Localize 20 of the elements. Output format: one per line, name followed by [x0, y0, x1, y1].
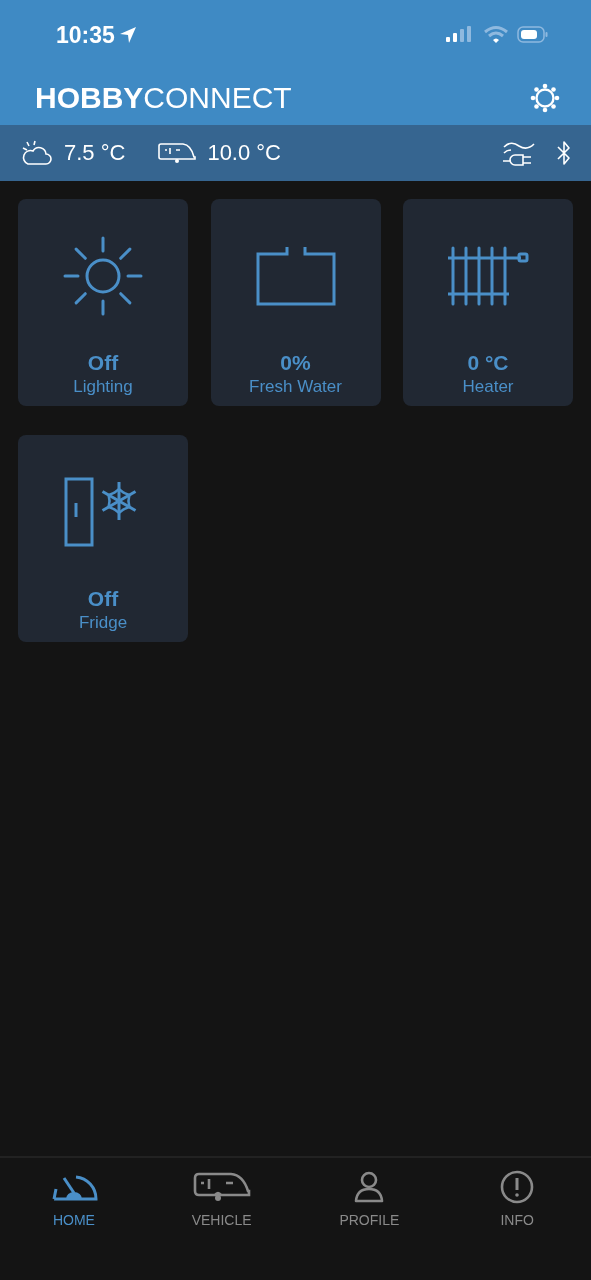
tile-label: Fridge: [78, 613, 128, 633]
tile-label: Lighting: [73, 377, 133, 397]
nav-tab[interactable]: VEHICLE: [161, 1166, 282, 1232]
tile-label: Heater: [462, 377, 514, 397]
nav-tab[interactable]: HOME: [13, 1166, 134, 1232]
tile-value: Off: [87, 587, 119, 611]
outside-temperature: 7.5 °C: [64, 140, 126, 166]
nav-tab[interactable]: INFO: [457, 1166, 578, 1232]
nav-tab[interactable]: PROFILE: [309, 1166, 430, 1232]
app-logo: HOBBYCONNECT: [35, 80, 292, 115]
device-tile[interactable]: 0 °C Heater: [403, 199, 573, 406]
device-tile[interactable]: 0% Fresh Water: [210, 199, 381, 406]
device-tile[interactable]: Off Lighting: [18, 199, 188, 406]
device-tile[interactable]: Off Fridge: [18, 435, 188, 642]
tile-value: Off: [87, 351, 119, 375]
tile-value: 0%: [280, 351, 311, 375]
tile-value: 0 °C: [467, 351, 509, 375]
vehicle-temperature: 10.0 °C: [207, 140, 281, 166]
clock-time: 10:35: [56, 21, 115, 49]
tile-label: Fresh Water: [249, 377, 342, 397]
